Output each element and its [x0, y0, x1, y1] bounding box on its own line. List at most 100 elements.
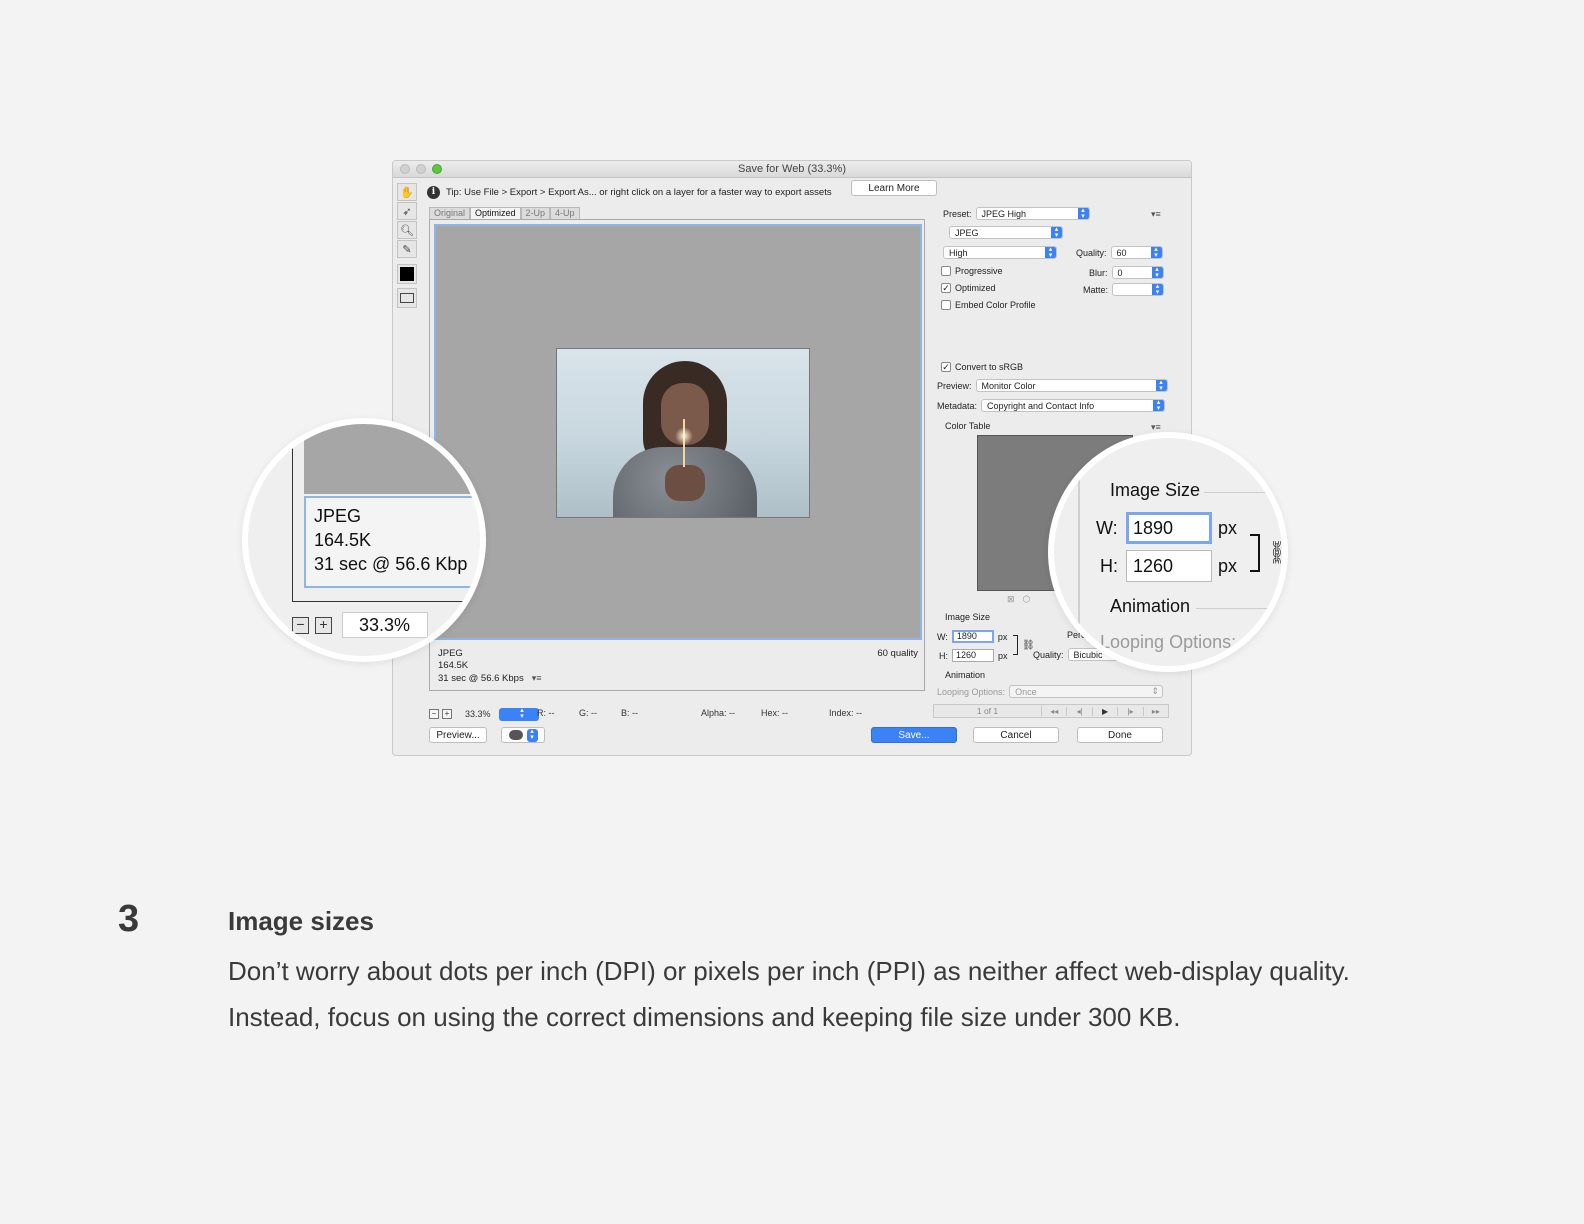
color-table-heading: Color Table [945, 421, 991, 431]
color-table-actions: ⊠ ⬡ [1007, 594, 1030, 605]
metadata-stepper-icon: ▴ ▾ [1153, 400, 1165, 411]
eyedropper-tool-icon[interactable]: ✎ [397, 240, 417, 258]
embed-color-profile-checkbox[interactable] [941, 300, 951, 310]
compression-quality-value: High [949, 247, 968, 258]
magnified-download-time: 31 sec @ 56.6 Kbp [314, 554, 468, 574]
status-bar: − + 33.3% ▴ ▾ R: -- G: -- B: -- Alpha: --… [429, 707, 925, 721]
tab-4-up[interactable]: 4-Up [550, 207, 580, 219]
matte-label: Matte: [1083, 284, 1109, 295]
eyedropper-color-swatch[interactable] [397, 264, 417, 284]
zoom-out-button[interactable]: − [429, 709, 439, 719]
play-icon[interactable]: ▶ [1093, 706, 1119, 716]
magnified-zoom-in-icon: + [315, 616, 332, 634]
previous-frame-icon[interactable]: ◂| [1067, 706, 1093, 716]
done-button[interactable]: Done [1077, 727, 1163, 743]
zoom-window-button[interactable] [432, 164, 442, 174]
convert-srgb-label: Convert to sRGB [955, 362, 1024, 372]
tab-2-up[interactable]: 2-Up [520, 207, 551, 219]
optimized-checkbox[interactable]: ✓ [941, 283, 951, 293]
frame-counter: 1 of 1 [934, 706, 1042, 716]
height-label: H: [939, 650, 948, 661]
blur-input[interactable]: 0 ▴ ▾ [1111, 266, 1164, 279]
magnified-optimized-info: JPEG 164.5K 31 sec @ 56.6 Kbp [304, 496, 480, 588]
next-frame-icon[interactable]: |▸ [1118, 706, 1144, 716]
magnified-zoom-out-icon: − [292, 616, 309, 634]
convert-srgb-checkbox[interactable]: ✓ [941, 362, 951, 372]
tool-column: ✋ ➶ 🔍︎ ✎ [397, 183, 421, 308]
learn-more-button[interactable]: Learn More [851, 180, 937, 196]
preset-value: JPEG High [981, 208, 1027, 219]
save-button[interactable]: Save... [871, 727, 957, 743]
embed-color-profile-label: Embed Color Profile [955, 300, 1036, 310]
green-readout: G: -- [579, 708, 597, 718]
magnified-constrain-bracket [1250, 534, 1260, 572]
blue-readout: B: -- [621, 708, 638, 718]
browser-select[interactable]: ▴ ▾ [501, 727, 545, 743]
matte-stepper-icon: ▴ ▾ [1152, 284, 1164, 295]
magnified-height-unit: px [1218, 556, 1238, 576]
slice-select-tool-icon[interactable]: ➶ [397, 202, 417, 220]
hand-tool-icon[interactable]: ✋ [397, 183, 417, 201]
magnifier-image-size: Image Size W: 1890 px H: 1260 px ⛓ Anima… [1048, 432, 1288, 672]
metadata-label: Metadata: [937, 400, 978, 411]
magnified-height-label: H: [1100, 556, 1118, 576]
zoom-tool-icon[interactable]: 🔍︎ [397, 221, 417, 239]
progressive-label: Progressive [955, 266, 1003, 276]
compression-quality-select[interactable]: High ▴ ▾ [943, 246, 1057, 259]
preview-in-browser-button[interactable]: Preview... [429, 727, 487, 743]
first-frame-icon[interactable]: ◂◂ [1042, 706, 1068, 716]
quality-value: 60 [1116, 247, 1127, 258]
preview-viewport: JPEG 164.5K 31 sec @ 56.6 Kbps ▾≡ 60 qual… [429, 219, 925, 691]
tip-text: Tip: Use File > Export > Export As... or… [446, 186, 832, 198]
step-title: Image sizes [228, 906, 374, 936]
preset-menu-icon[interactable]: ▾≡ [1151, 209, 1161, 220]
width-label: W: [937, 631, 948, 642]
magnified-looping-options: Looping Options: [1100, 632, 1237, 652]
cancel-button[interactable]: Cancel [973, 727, 1059, 743]
footer-left: Preview... ▴ ▾ [429, 727, 545, 743]
optimized-label: Optimized [955, 283, 996, 293]
magnified-width-input: 1890 [1126, 512, 1212, 544]
quality-input[interactable]: 60 ▴ ▾ [1110, 246, 1163, 259]
zoom-level-select[interactable]: 33.3% ▴ ▾ [459, 707, 539, 721]
optimized-preview-canvas[interactable] [434, 224, 922, 640]
looping-stepper-icon: ⇕ [1151, 686, 1160, 696]
toggle-slices-icon[interactable] [397, 288, 417, 308]
format-value: JPEG [955, 227, 979, 238]
animation-controls: 1 of 1 ◂◂ ◂| ▶ |▸ ▸▸ [933, 704, 1169, 718]
map-color-icon[interactable]: ⊠ [1007, 594, 1015, 605]
preview-color-value: Monitor Color [981, 380, 1036, 391]
close-window-button[interactable] [400, 164, 410, 174]
tab-optimized[interactable]: Optimized [470, 207, 521, 219]
height-input[interactable]: 1260 [952, 649, 994, 662]
magnified-image-size-heading: Image Size [1110, 480, 1201, 500]
web-shift-icon[interactable]: ⬡ [1023, 594, 1031, 605]
magnified-height-input: 1260 [1126, 550, 1212, 582]
constrain-bracket [1013, 635, 1018, 655]
matte-select[interactable]: ▴ ▾ [1112, 283, 1165, 296]
step-number: 3 [118, 898, 140, 940]
width-input[interactable]: 1890 [951, 630, 994, 643]
tab-original[interactable]: Original [429, 207, 471, 219]
info-icon: i [427, 185, 440, 199]
looping-options-label: Looping Options: [937, 686, 1006, 697]
alpha-readout: Alpha: -- [701, 708, 736, 718]
preset-select[interactable]: JPEG High ▴ ▾ [975, 207, 1090, 220]
quality-label: Quality: [1076, 247, 1107, 258]
magnifier-file-info: JPEG 164.5K 31 sec @ 56.6 Kbp − + 33.3% [242, 418, 486, 662]
download-speed-menu-icon[interactable]: ▾≡ [532, 672, 542, 684]
preview-photo [556, 348, 810, 518]
blur-stepper-icon: ▴ ▾ [1151, 267, 1163, 278]
format-select[interactable]: JPEG ▴ ▾ [949, 226, 1063, 239]
blur-value: 0 [1117, 267, 1123, 278]
last-frame-icon[interactable]: ▸▸ [1144, 707, 1168, 716]
preset-label: Preset: [943, 208, 972, 219]
metadata-select[interactable]: Copyright and Contact Info ▴ ▾ [981, 399, 1166, 412]
looping-options-select[interactable]: Once ⇕ [1009, 685, 1164, 698]
magnified-file-size: 164.5K [314, 530, 372, 550]
preview-color-select[interactable]: Monitor Color ▴ ▾ [975, 379, 1168, 392]
progressive-checkbox[interactable] [941, 266, 951, 276]
zoom-in-button[interactable]: + [442, 709, 452, 719]
image-size-heading: Image Size [945, 612, 991, 622]
minimize-window-button[interactable] [416, 164, 426, 174]
